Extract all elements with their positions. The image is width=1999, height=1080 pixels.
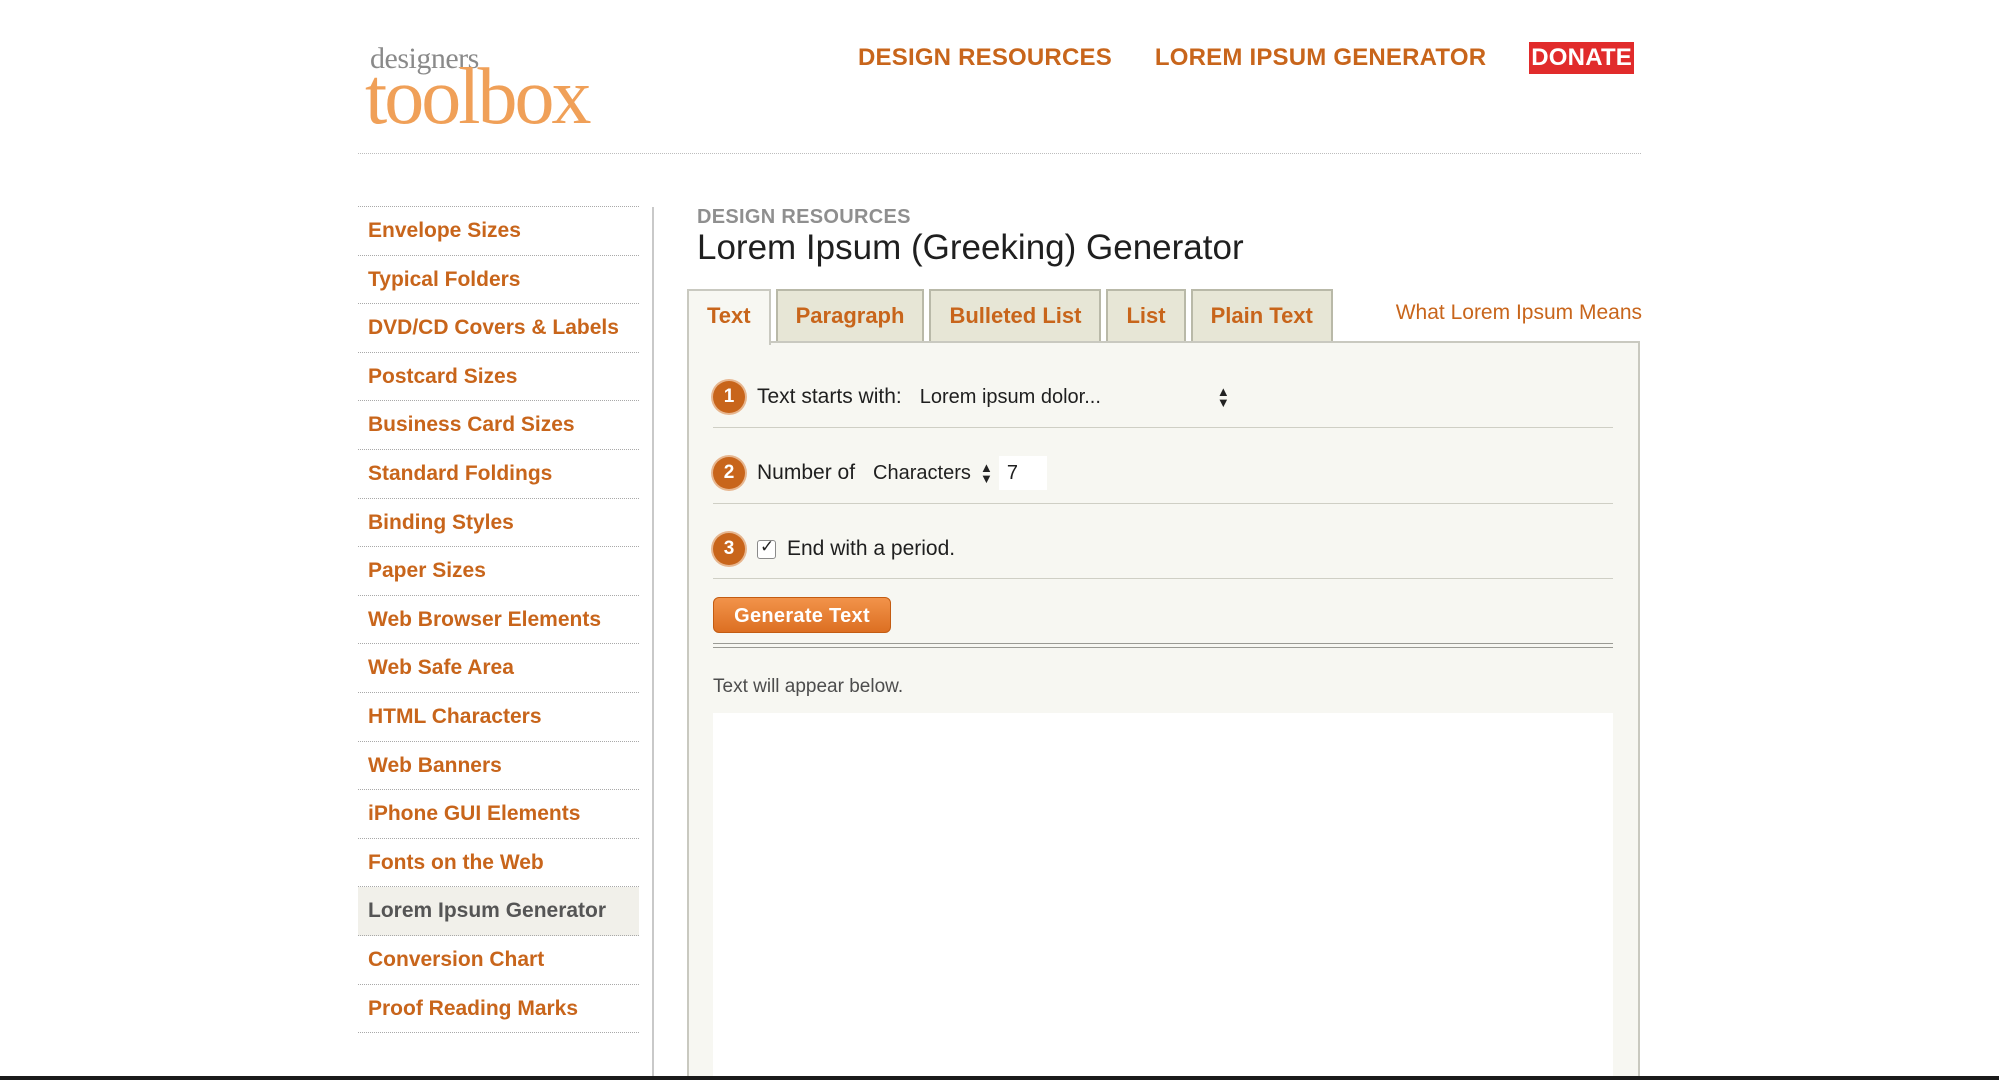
what-lorem-ipsum-means-link[interactable]: What Lorem Ipsum Means xyxy=(1396,301,1642,325)
sidebar: Envelope Sizes Typical Folders DVD/CD Co… xyxy=(358,206,639,1034)
sidebar-item-envelope-sizes[interactable]: Envelope Sizes xyxy=(358,207,639,256)
sidebar-item-web-banners[interactable]: Web Banners xyxy=(358,742,639,791)
text-starts-with-select[interactable]: Lorem ipsum dolor... ▲ ▼ xyxy=(910,380,1234,414)
nav-design-resources[interactable]: DESIGN RESOURCES xyxy=(858,44,1112,72)
generate-text-button[interactable]: Generate Text xyxy=(713,597,891,633)
sidebar-item-paper-sizes[interactable]: Paper Sizes xyxy=(358,547,639,596)
top-nav: DESIGN RESOURCES LOREM IPSUM GENERATOR D… xyxy=(858,40,1635,76)
window-bottom-edge xyxy=(0,1076,1999,1080)
step-1-badge: 1 xyxy=(713,381,745,413)
sidebar-vertical-divider xyxy=(652,207,654,1080)
tab-bulleted-list[interactable]: Bulleted List xyxy=(929,289,1102,341)
sidebar-item-postcard-sizes[interactable]: Postcard Sizes xyxy=(358,353,639,402)
nav-lorem-ipsum-generator[interactable]: LOREM IPSUM GENERATOR xyxy=(1155,44,1486,72)
step-divider xyxy=(713,427,1613,428)
tab-bar: Text Paragraph Bulleted List List Plain … xyxy=(687,289,1338,345)
step-1-label: Text starts with: xyxy=(757,385,902,408)
double-divider xyxy=(713,643,1613,648)
sidebar-item-fonts-on-the-web[interactable]: Fonts on the Web xyxy=(358,839,639,888)
count-input[interactable]: 7 xyxy=(998,456,1047,490)
page-title: Lorem Ipsum (Greeking) Generator xyxy=(697,228,1244,267)
step-divider xyxy=(713,578,1613,579)
step-2-badge: 2 xyxy=(713,457,745,489)
sidebar-item-standard-foldings[interactable]: Standard Foldings xyxy=(358,450,639,499)
step-1-row: 1 Text starts with: Lorem ipsum dolor...… xyxy=(713,359,1613,435)
output-hint: Text will appear below. xyxy=(713,676,904,697)
donate-button[interactable]: DONATE xyxy=(1529,42,1635,74)
sidebar-item-web-safe-area[interactable]: Web Safe Area xyxy=(358,644,639,693)
step-3-label: End with a period. xyxy=(787,537,956,560)
step-2-label: Number of xyxy=(757,461,856,484)
text-starts-with-value: Lorem ipsum dolor... xyxy=(919,386,1101,408)
end-with-period-checkbox[interactable]: ✓ xyxy=(757,536,776,559)
step-divider xyxy=(713,503,1613,504)
tab-paragraph[interactable]: Paragraph xyxy=(775,289,925,341)
tab-plain-text[interactable]: Plain Text xyxy=(1190,289,1333,341)
unit-select[interactable]: Characters ▲ ▼ xyxy=(863,456,997,490)
sidebar-item-lorem-ipsum-generator[interactable]: Lorem Ipsum Generator xyxy=(358,887,639,936)
checkmark-icon: ✓ xyxy=(760,536,775,556)
page: designers toolbox DESIGN RESOURCES LOREM… xyxy=(0,0,1999,1080)
logo-big-text: toolbox xyxy=(365,53,591,141)
sidebar-item-iphone-gui-elements[interactable]: iPhone GUI Elements xyxy=(358,790,639,839)
step-3-row: 3 ✓ End with a period. xyxy=(713,511,1613,587)
sidebar-item-conversion-chart[interactable]: Conversion Chart xyxy=(358,936,639,985)
sidebar-item-dvd-cd-covers[interactable]: DVD/CD Covers & Labels xyxy=(358,304,639,353)
tab-list[interactable]: List xyxy=(1106,289,1186,341)
sidebar-item-business-card-sizes[interactable]: Business Card Sizes xyxy=(358,401,639,450)
step-3-badge: 3 xyxy=(713,533,745,565)
sidebar-item-html-characters[interactable]: HTML Characters xyxy=(358,693,639,742)
header-divider xyxy=(358,153,1641,154)
unit-select-value: Characters xyxy=(873,462,971,484)
select-arrows-icon: ▲ ▼ xyxy=(979,460,993,486)
output-text-area[interactable] xyxy=(713,713,1613,1080)
section-label: DESIGN RESOURCES xyxy=(697,206,911,228)
sidebar-item-web-browser-elements[interactable]: Web Browser Elements xyxy=(358,596,639,645)
sidebar-item-proof-reading-marks[interactable]: Proof Reading Marks xyxy=(358,985,639,1034)
tab-text[interactable]: Text xyxy=(687,289,771,345)
select-arrows-icon: ▲ ▼ xyxy=(1216,384,1230,410)
sidebar-item-binding-styles[interactable]: Binding Styles xyxy=(358,499,639,548)
site-logo[interactable]: designers toolbox xyxy=(365,38,605,141)
generator-panel: 1 Text starts with: Lorem ipsum dolor...… xyxy=(687,341,1640,1080)
step-2-row: 2 Number of Characters ▲ ▼ 7 xyxy=(713,435,1613,511)
sidebar-item-typical-folders[interactable]: Typical Folders xyxy=(358,256,639,305)
